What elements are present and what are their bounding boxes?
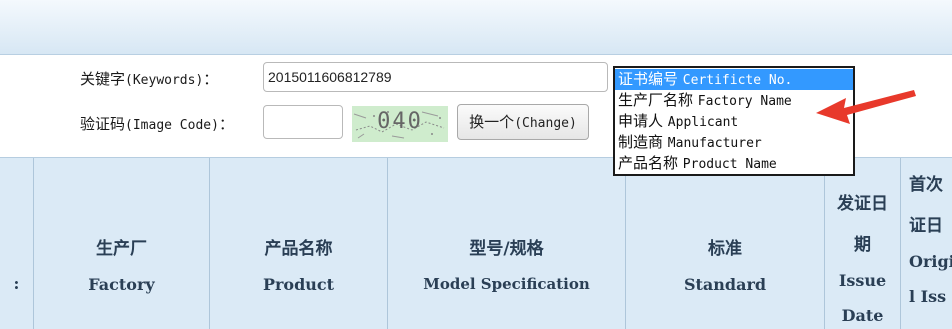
column-header-standard: 标准 Standard xyxy=(625,158,824,329)
red-arrow-icon xyxy=(816,90,916,124)
column-header-original-issue: 首次 证日 Origi l Iss xyxy=(900,158,952,329)
column-header-product: 产品名称 Product xyxy=(209,158,387,329)
column-model-en: Model Specification xyxy=(423,275,590,293)
option-zh: 产品名称 xyxy=(618,154,679,172)
captcha-text: 040 xyxy=(377,109,423,134)
option-en: Manufacturer xyxy=(667,136,762,151)
column-product-zh: 产品名称 xyxy=(264,239,333,259)
option-en: Certificte No. xyxy=(682,73,793,88)
option-en: Product Name xyxy=(682,157,777,172)
results-table-header: : 生产厂 Factory 产品名称 Product 型号/规格 Model S… xyxy=(0,157,952,329)
issue-date-line1: 发证日 xyxy=(837,194,888,214)
column-factory-zh: 生产厂 xyxy=(96,239,147,259)
keywords-label-zh: 关键字 xyxy=(80,70,126,88)
dropdown-option-manufacturer[interactable]: 制造商 Manufacturer xyxy=(615,132,853,153)
original-line1: 首次 xyxy=(909,175,943,195)
dropdown-option-product-name[interactable]: 产品名称 Product Name xyxy=(615,153,853,174)
option-en: Factory Name xyxy=(697,94,792,109)
issue-date-line4: Date xyxy=(841,306,884,325)
original-line2: 证日 xyxy=(909,216,943,236)
option-zh: 证书编号 xyxy=(618,70,679,88)
original-line4: l Iss xyxy=(909,287,947,306)
option-zh: 制造商 xyxy=(618,133,664,151)
image-code-label-colon: ： xyxy=(218,115,234,133)
column-header-model: 型号/规格 Model Specification xyxy=(387,158,625,329)
column-standard-zh: 标准 xyxy=(708,239,742,259)
column-model-zh: 型号/规格 xyxy=(469,239,544,259)
top-banner xyxy=(0,0,952,55)
keywords-label-colon: ： xyxy=(203,70,219,88)
column-first-partial-glyph: : xyxy=(13,274,20,293)
change-button-zh: 换一个 xyxy=(469,113,515,131)
keywords-label: 关键字(Keywords)： xyxy=(80,68,218,89)
column-product-en: Product xyxy=(262,275,335,294)
column-header-factory: 生产厂 Factory xyxy=(33,158,209,329)
image-code-label-zh: 验证码 xyxy=(80,115,126,133)
column-standard-en: Standard xyxy=(683,275,767,294)
option-zh: 生产厂名称 xyxy=(618,91,694,109)
keywords-label-en: (Keywords) xyxy=(125,73,204,88)
image-code-label: 验证码(Image Code)： xyxy=(80,113,234,134)
change-button-en: (Change) xyxy=(514,116,577,131)
column-header-first-partial: : xyxy=(0,158,33,329)
image-code-label-en: (Image Code) xyxy=(125,118,219,133)
option-zh: 申请人 xyxy=(618,112,664,130)
change-captcha-button[interactable]: 换一个(Change) xyxy=(457,104,589,140)
image-code-input[interactable] xyxy=(263,105,343,139)
column-header-issue-date: 发证日 期 Issue Date xyxy=(824,158,900,329)
column-factory-en: Factory xyxy=(88,275,155,294)
issue-date-line2: 期 xyxy=(854,235,871,255)
option-en: Applicant xyxy=(667,115,739,130)
keywords-input[interactable]: 2015011606812789 xyxy=(263,62,608,92)
issue-date-line3: Issue xyxy=(838,271,887,290)
captcha-image: 040 xyxy=(352,106,448,142)
original-line3: Origi xyxy=(909,252,952,271)
